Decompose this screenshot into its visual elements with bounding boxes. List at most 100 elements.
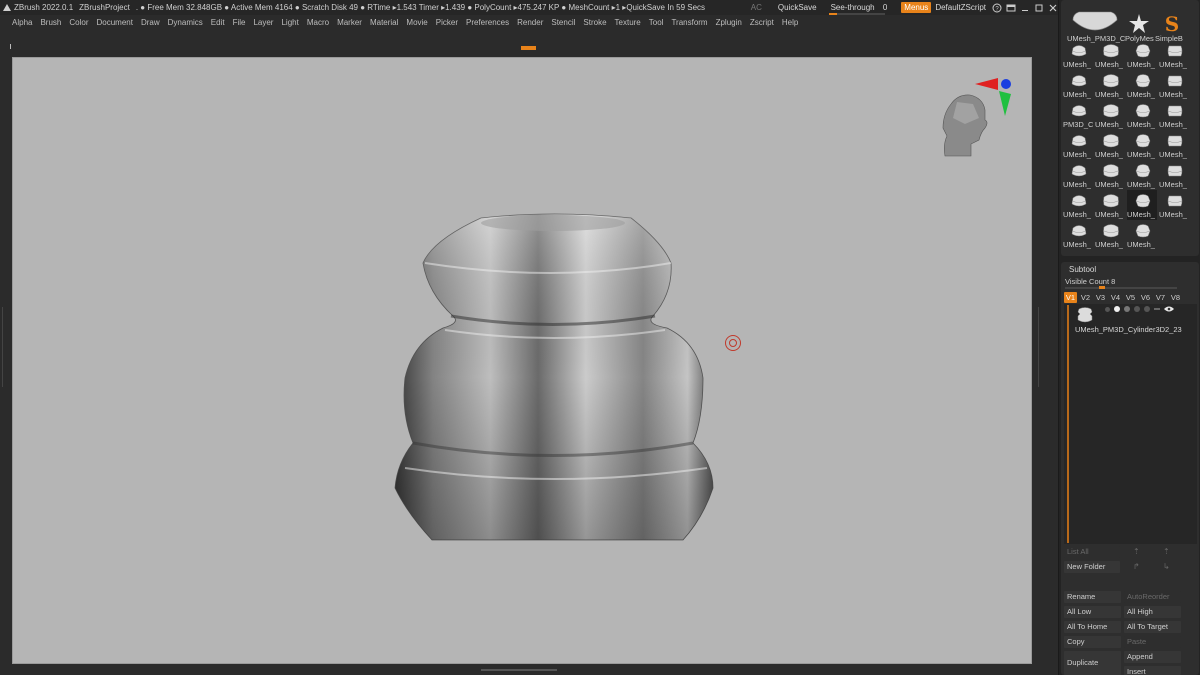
lock-icon[interactable] (1144, 306, 1150, 312)
subtool-title[interactable]: Subtool (1069, 265, 1096, 274)
tool-thumb[interactable]: UMesh_ (1063, 70, 1093, 100)
visibility-tab-v1[interactable]: V1 (1064, 292, 1077, 303)
new-folder-button[interactable]: New Folder (1064, 561, 1120, 573)
tool-thumb[interactable]: UMesh_ (1127, 70, 1157, 100)
tool-thumb[interactable]: UMesh_ (1159, 190, 1189, 220)
all-high-button[interactable]: All High (1124, 606, 1181, 618)
menu-stencil[interactable]: Stencil (551, 18, 575, 27)
visibility-tab-v7[interactable]: V7 (1154, 292, 1167, 303)
visible-count-slider[interactable]: Visible Count 8 (1065, 277, 1115, 286)
edit-icon[interactable] (1154, 308, 1160, 310)
menu-file[interactable]: File (233, 18, 246, 27)
move-down-icon[interactable]: ⇡ (1163, 547, 1170, 556)
subtool-list[interactable] (1064, 304, 1197, 544)
menu-picker[interactable]: Picker (436, 18, 458, 27)
subtool-scrollbar[interactable] (1067, 305, 1069, 543)
tool-thumb[interactable]: UMesh_ (1159, 70, 1189, 100)
visibility-tab-v3[interactable]: V3 (1094, 292, 1107, 303)
all-to-target-button[interactable]: All To Target (1124, 621, 1181, 633)
document-canvas[interactable] (12, 57, 1032, 664)
menu-document[interactable]: Document (97, 18, 133, 27)
copy-button[interactable]: Copy (1064, 636, 1121, 648)
subtool-item-name[interactable]: UMesh_PM3D_Cylinder3D2_23 (1075, 325, 1182, 334)
tool-thumb[interactable]: UMesh_ (1127, 40, 1157, 70)
menu-movie[interactable]: Movie (406, 18, 427, 27)
maximize-icon[interactable] (1034, 3, 1044, 13)
menu-macro[interactable]: Macro (307, 18, 329, 27)
menu-color[interactable]: Color (69, 18, 88, 27)
subtool-thumbnail[interactable] (1075, 306, 1095, 324)
ac-button[interactable]: AC (751, 3, 762, 12)
arrow-up-icon[interactable]: ↱ (1133, 562, 1140, 571)
tool-thumb[interactable]: UMesh_ (1063, 190, 1093, 220)
menu-layer[interactable]: Layer (253, 18, 273, 27)
tool-thumb-simplebrush[interactable]: S SimpleB (1155, 2, 1195, 43)
tool-thumb-polymesh[interactable]: PolyMes (1125, 2, 1155, 43)
duplicate-button[interactable]: Duplicate (1064, 651, 1121, 675)
append-button[interactable]: Append (1124, 651, 1181, 663)
list-all-button[interactable]: List All (1064, 546, 1120, 558)
layout-icon[interactable] (1006, 3, 1016, 13)
visibility-tab-v4[interactable]: V4 (1109, 292, 1122, 303)
minimize-icon[interactable] (1020, 3, 1030, 13)
default-zscript-button[interactable]: DefaultZScript (935, 3, 986, 12)
tool-thumb[interactable]: UMesh_ (1095, 190, 1125, 220)
menu-marker[interactable]: Marker (337, 18, 362, 27)
tool-thumb[interactable]: UMesh_ (1095, 160, 1125, 190)
see-through-slider[interactable]: See-through 0 (828, 3, 887, 15)
menu-zplugin[interactable]: Zplugin (716, 18, 742, 27)
tool-thumb[interactable]: UMesh_ (1159, 130, 1189, 160)
menu-tool[interactable]: Tool (649, 18, 664, 27)
visibility-tab-v8[interactable]: V8 (1169, 292, 1182, 303)
tool-thumb[interactable]: UMesh_ (1127, 160, 1157, 190)
menu-edit[interactable]: Edit (211, 18, 225, 27)
visibility-tab-v5[interactable]: V5 (1124, 292, 1137, 303)
tool-thumb[interactable]: UMesh_ (1127, 190, 1157, 220)
tool-thumb[interactable]: UMesh_ (1127, 130, 1157, 160)
right-tray[interactable] (1032, 57, 1058, 667)
quicksave-button[interactable]: QuickSave (778, 3, 817, 12)
insert-button[interactable]: Insert (1124, 666, 1181, 675)
left-tray[interactable] (0, 57, 12, 667)
tool-thumb[interactable]: UMesh_ (1095, 220, 1125, 250)
menu-brush[interactable]: Brush (40, 18, 61, 27)
tool-thumb[interactable]: UMesh_ (1159, 100, 1189, 130)
tool-thumb[interactable]: UMesh_ (1063, 160, 1093, 190)
head-orientation-gizmo[interactable] (942, 78, 1011, 157)
help-icon[interactable]: ? (992, 3, 1002, 13)
tool-thumb[interactable]: UMesh_ (1095, 100, 1125, 130)
menu-material[interactable]: Material (370, 18, 398, 27)
tool-thumb[interactable]: UMesh_ (1095, 130, 1125, 160)
material-icon[interactable] (1124, 306, 1130, 312)
menu-help[interactable]: Help (782, 18, 798, 27)
shelf-handle[interactable] (521, 46, 536, 50)
auto-reorder-button[interactable]: AutoReorder (1124, 591, 1181, 603)
bottom-tray[interactable] (0, 664, 1058, 675)
tool-thumb-umesh-large[interactable]: UMesh_PM3D_C (1065, 2, 1125, 43)
menu-render[interactable]: Render (517, 18, 543, 27)
visibility-tab-v2[interactable]: V2 (1079, 292, 1092, 303)
cylinder-mesh-model[interactable] (394, 213, 714, 541)
tool-thumb[interactable]: UMesh_ (1159, 40, 1189, 70)
tool-thumb[interactable]: UMesh_ (1063, 130, 1093, 160)
menu-draw[interactable]: Draw (141, 18, 160, 27)
visibility-tab-v6[interactable]: V6 (1139, 292, 1152, 303)
menu-dynamics[interactable]: Dynamics (168, 18, 203, 27)
paste-button[interactable]: Paste (1124, 636, 1181, 648)
tool-thumb[interactable]: UMesh_ (1095, 70, 1125, 100)
menu-alpha[interactable]: Alpha (12, 18, 32, 27)
rename-button[interactable]: Rename (1064, 591, 1121, 603)
menu-light[interactable]: Light (281, 18, 298, 27)
menus-toggle[interactable]: Menus (901, 2, 932, 13)
tool-thumb[interactable]: PM3D_C (1063, 100, 1093, 130)
polypaint-icon[interactable] (1114, 306, 1120, 312)
close-icon[interactable] (1048, 3, 1058, 13)
dynamic-icon[interactable] (1134, 306, 1140, 312)
tool-thumb[interactable]: UMesh_ (1127, 100, 1157, 130)
menu-zscript[interactable]: Zscript (750, 18, 774, 27)
menu-texture[interactable]: Texture (615, 18, 641, 27)
tool-thumb[interactable]: UMesh_ (1063, 220, 1093, 250)
arrow-down-icon[interactable]: ↳ (1163, 562, 1170, 571)
menu-stroke[interactable]: Stroke (583, 18, 606, 27)
tool-thumb[interactable]: UMesh_ (1063, 40, 1093, 70)
